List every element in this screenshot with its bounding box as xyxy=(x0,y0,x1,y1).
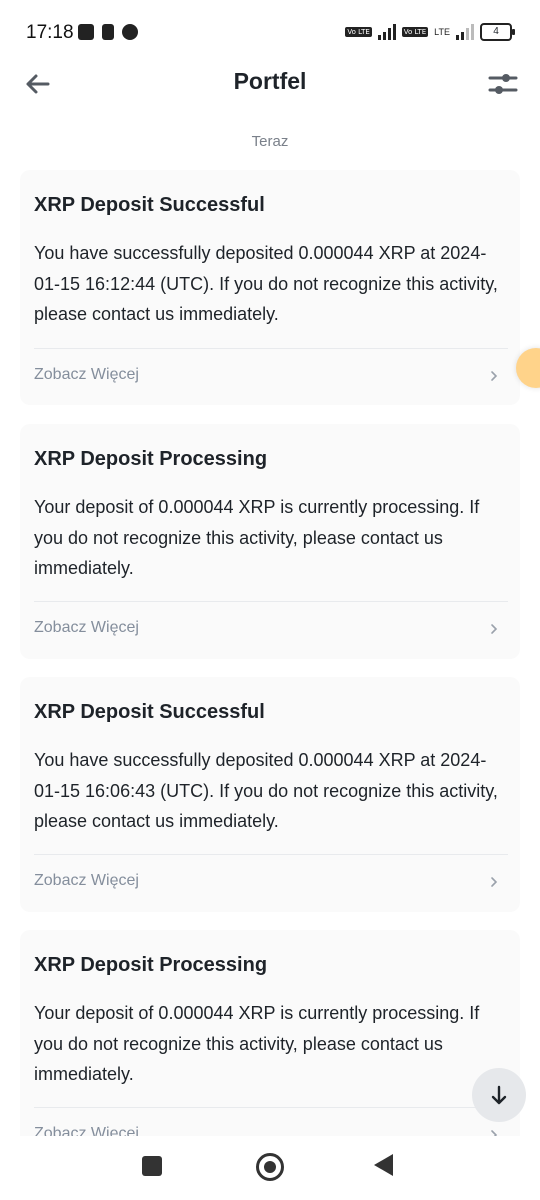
app-header: Portfel xyxy=(0,56,540,112)
card-body: You have successfully deposited 0.000044… xyxy=(34,750,498,831)
card-title: XRP Deposit Processing xyxy=(34,448,268,470)
card-body: You have successfully deposited 0.000044… xyxy=(34,243,498,324)
divider xyxy=(34,1107,508,1108)
divider xyxy=(34,601,508,602)
status-time: 17:18 xyxy=(26,22,74,43)
scroll-down-button[interactable] xyxy=(472,1068,526,1122)
arrow-down-icon xyxy=(491,1085,507,1105)
see-more-link[interactable]: Zobacz Więcej xyxy=(34,1125,139,1136)
volte-icon: Vo LTE xyxy=(345,27,372,37)
recents-button[interactable] xyxy=(142,1156,162,1176)
system-status-icons: Vo LTE Vo LTE LTE 4 xyxy=(345,23,515,41)
chevron-right-icon xyxy=(491,1130,498,1136)
see-more-link[interactable]: Zobacz Więcej xyxy=(34,366,139,384)
signal-icon-2 xyxy=(456,24,474,40)
card-title: XRP Deposit Processing xyxy=(34,954,268,976)
volte-icon-2: Vo LTE xyxy=(401,27,429,37)
page-title: Portfel xyxy=(233,68,307,94)
card-title: XRP Deposit Successful xyxy=(34,194,265,216)
divider xyxy=(34,854,508,855)
filter-button[interactable] xyxy=(488,70,518,98)
card-body: Your deposit of 0.000044 XRP is currentl… xyxy=(34,497,480,578)
system-nav-bar xyxy=(0,1136,540,1200)
system-back-button[interactable] xyxy=(374,1154,393,1176)
card-body: Your deposit of 0.000044 XRP is currentl… xyxy=(34,1003,480,1084)
notification-card[interactable]: XRP Deposit Successful You have successf… xyxy=(20,677,520,912)
home-dot-icon xyxy=(264,1161,276,1173)
see-more-link[interactable]: Zobacz Więcej xyxy=(34,619,139,637)
sliders-icon xyxy=(488,74,518,94)
chevron-right-icon xyxy=(491,371,498,381)
signal-icon xyxy=(377,24,396,40)
battery-saver-icon xyxy=(102,24,114,40)
notification-card[interactable]: XRP Deposit Processing Your deposit of 0… xyxy=(20,424,520,659)
chevron-right-icon xyxy=(491,624,498,634)
divider xyxy=(34,348,508,349)
see-more-link[interactable]: Zobacz Więcej xyxy=(34,872,139,890)
battery-icon: 4 xyxy=(480,23,515,41)
chevron-right-icon xyxy=(491,877,498,887)
s-app-icon xyxy=(122,24,138,40)
notification-icons xyxy=(78,24,138,40)
time-group-label: Teraz xyxy=(251,133,289,150)
lte-label: LTE xyxy=(434,26,450,37)
notification-card[interactable]: XRP Deposit Processing Your deposit of 0… xyxy=(20,930,520,1136)
app-notification-icon xyxy=(78,24,94,40)
card-title: XRP Deposit Successful xyxy=(34,701,265,723)
notification-card[interactable]: XRP Deposit Successful You have successf… xyxy=(20,170,520,405)
home-button[interactable] xyxy=(256,1153,284,1181)
